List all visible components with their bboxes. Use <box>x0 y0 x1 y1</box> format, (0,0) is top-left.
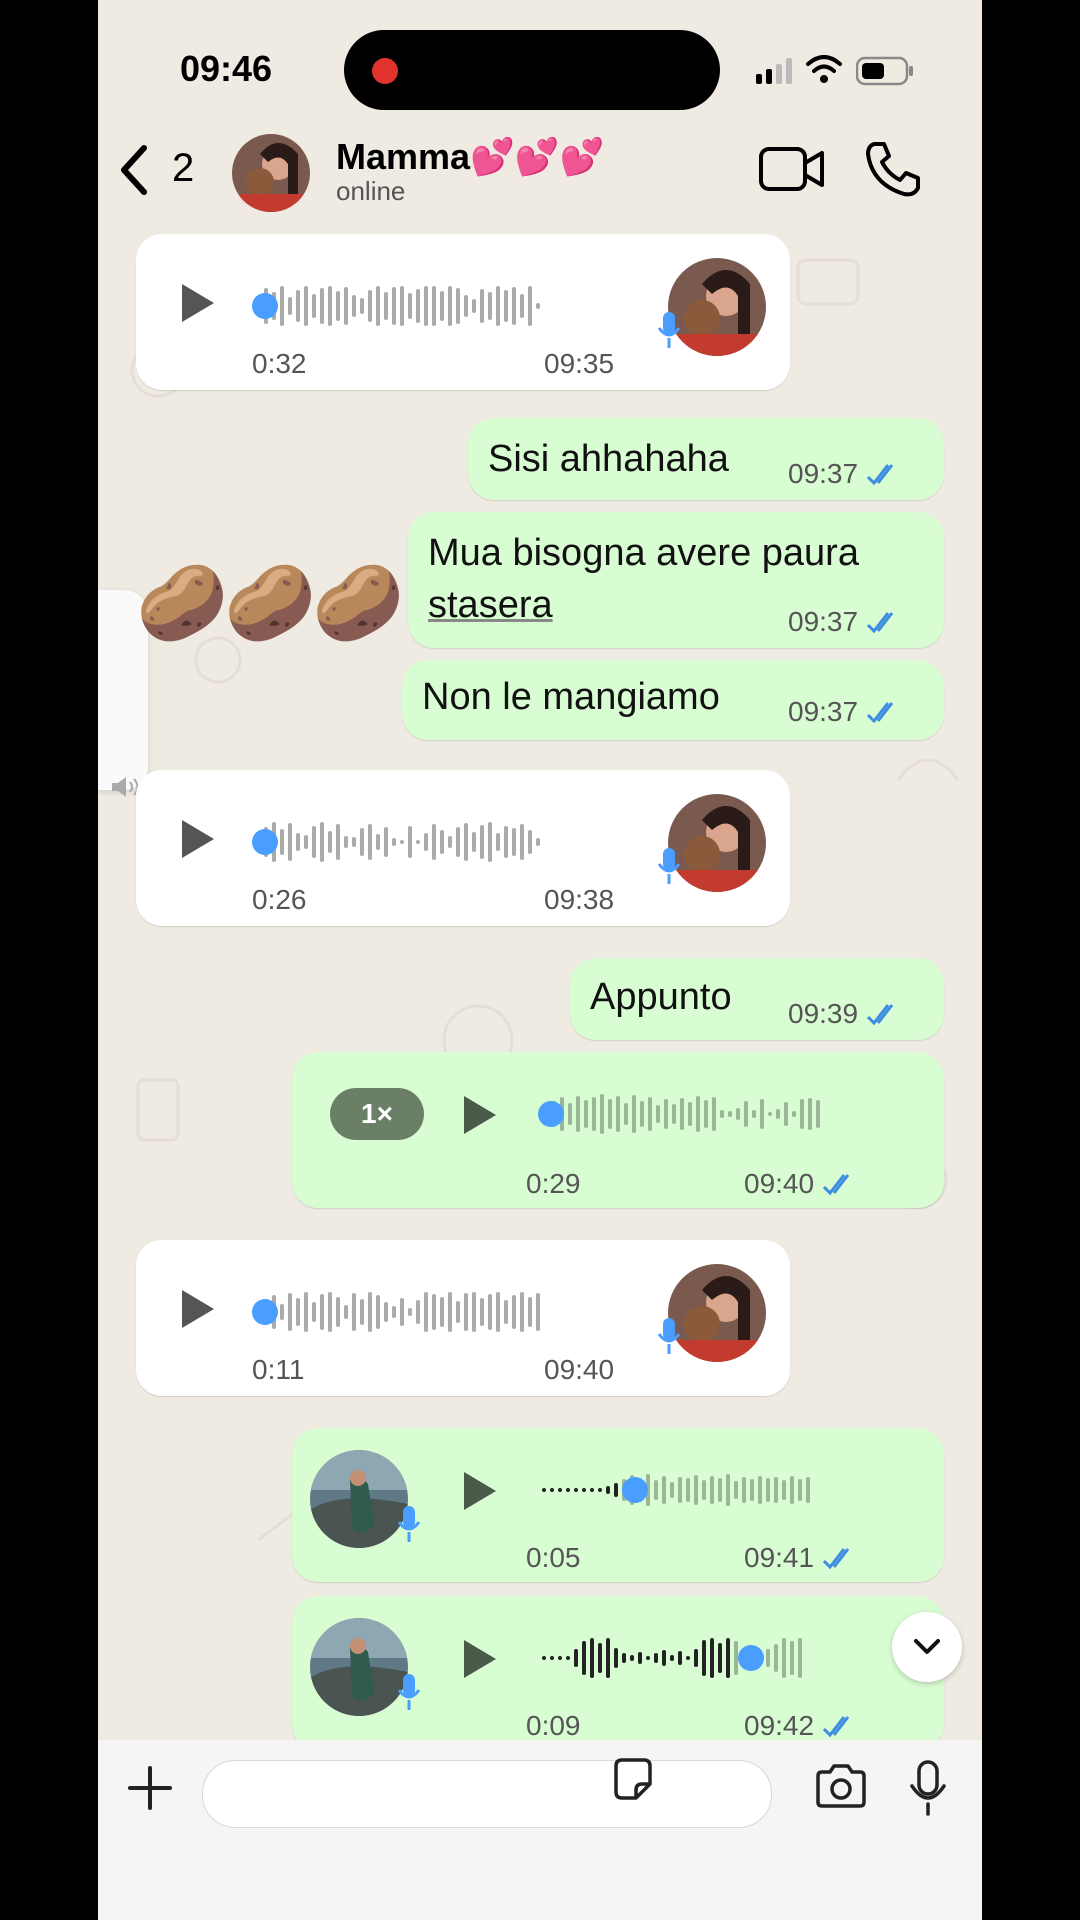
status-time: 09:46 <box>180 48 273 89</box>
time-text: 09:37 <box>788 606 859 637</box>
message-text-line1: Mua bisogna avere paura <box>428 532 859 574</box>
message-input[interactable] <box>202 1760 772 1828</box>
microphone-icon[interactable] <box>908 1760 948 1816</box>
sender-avatar <box>668 1264 766 1362</box>
play-icon[interactable] <box>180 282 216 324</box>
play-icon[interactable] <box>462 1638 498 1680</box>
voice-duration: 0:09 <box>526 1710 581 1741</box>
waveform[interactable] <box>542 1628 806 1688</box>
own-avatar <box>310 1450 408 1548</box>
message-time: 09:35 <box>544 348 615 379</box>
mic-badge-icon <box>397 1506 421 1542</box>
mic-badge-icon <box>657 1318 681 1354</box>
battery-icon <box>856 56 913 86</box>
read-ticks-icon <box>867 612 894 634</box>
scroll-to-bottom-button[interactable] <box>892 1612 962 1682</box>
phone-screen: 09:46 2 Mamma💕💕💕 online 0:32 09:35 Sisi … <box>98 0 982 1920</box>
playback-position-dot[interactable] <box>538 1101 564 1127</box>
camera-icon[interactable] <box>814 1764 868 1810</box>
play-icon[interactable] <box>180 818 216 860</box>
sender-avatar <box>668 258 766 356</box>
voice-message-incoming[interactable]: 0:26 09:38 <box>136 770 790 926</box>
time-text: 09:39 <box>788 998 859 1029</box>
back-chevron-icon[interactable] <box>114 140 154 200</box>
phone-call-icon[interactable] <box>864 140 922 198</box>
time-text: 09:37 <box>788 696 859 727</box>
sender-avatar <box>668 794 766 892</box>
playback-speed-button[interactable]: 1× <box>330 1088 424 1140</box>
voice-duration: 0:29 <box>526 1168 581 1199</box>
voice-duration: 0:26 <box>252 884 307 915</box>
dynamic-island <box>344 30 720 110</box>
time-text: 09:37 <box>788 458 859 489</box>
read-ticks-icon <box>867 464 894 486</box>
time-text: 09:41 <box>744 1542 815 1573</box>
playback-position-dot[interactable] <box>252 293 278 319</box>
time-text: 09:40 <box>744 1168 815 1199</box>
waveform[interactable] <box>264 276 544 336</box>
message-time: 09:41 <box>744 1542 860 1574</box>
read-ticks-icon <box>867 702 894 724</box>
voice-message-incoming[interactable]: 0:11 09:40 <box>136 1240 790 1396</box>
playback-position-dot[interactable] <box>252 829 278 855</box>
time-text: 09:42 <box>744 1710 815 1741</box>
voice-duration: 0:32 <box>252 348 307 379</box>
mic-badge-icon <box>397 1674 421 1710</box>
contact-status: online <box>336 176 406 206</box>
message-text: Non le mangiamo <box>422 676 720 718</box>
own-avatar <box>310 1618 408 1716</box>
message-time: 09:42 <box>744 1710 860 1742</box>
message-text: Appunto <box>590 976 732 1018</box>
chevron-down-icon <box>914 1639 940 1654</box>
message-time: 09:40 <box>744 1168 860 1200</box>
mic-badge-icon <box>657 312 681 348</box>
message-text-line2: stasera <box>428 584 553 626</box>
message-composer <box>98 1740 982 1920</box>
video-call-icon[interactable] <box>758 146 826 192</box>
voice-message-outgoing[interactable]: 0:09 09:42 <box>292 1596 944 1750</box>
sticker-icon[interactable] <box>610 1756 656 1802</box>
contact-name[interactable]: Mamma💕💕💕 <box>336 136 605 178</box>
play-icon[interactable] <box>462 1094 498 1136</box>
unread-count[interactable]: 2 <box>172 146 194 191</box>
playback-position-dot[interactable] <box>738 1645 764 1671</box>
text-message-outgoing[interactable]: Sisi ahhahaha 09:37 <box>468 418 944 500</box>
message-time: 09:37 <box>788 606 904 638</box>
playback-position-dot[interactable] <box>252 1299 278 1325</box>
voice-message-outgoing[interactable]: 0:05 09:41 <box>292 1428 944 1582</box>
recording-indicator <box>372 58 398 84</box>
text-message-outgoing[interactable]: Non le mangiamo 09:37 <box>402 660 944 740</box>
message-time: 09:37 <box>788 696 904 728</box>
waveform[interactable] <box>552 1084 824 1144</box>
read-ticks-icon <box>823 1548 850 1570</box>
message-time: 09:40 <box>544 1354 615 1385</box>
play-icon[interactable] <box>180 1288 216 1330</box>
message-time: 09:38 <box>544 884 615 915</box>
waveform[interactable] <box>264 812 544 872</box>
voice-duration: 0:11 <box>252 1354 305 1385</box>
read-ticks-icon <box>867 1004 894 1026</box>
mic-badge-icon <box>657 848 681 884</box>
read-ticks-icon <box>823 1716 850 1738</box>
message-text: Sisi ahhahaha <box>488 438 729 480</box>
signal-icon <box>756 58 792 84</box>
play-icon[interactable] <box>462 1470 498 1512</box>
voice-message-incoming[interactable]: 0:32 09:35 <box>136 234 790 390</box>
voice-message-outgoing[interactable]: 1× 0:29 09:40 <box>292 1052 944 1208</box>
voice-duration: 0:05 <box>526 1542 581 1573</box>
text-message-outgoing[interactable]: Mua bisogna avere paura stasera 09:37 <box>408 512 944 648</box>
waveform[interactable] <box>542 1460 814 1520</box>
wifi-icon <box>806 55 842 83</box>
waveform[interactable] <box>264 1282 544 1342</box>
contact-avatar[interactable] <box>232 134 310 212</box>
plus-icon[interactable] <box>126 1764 174 1812</box>
text-message-outgoing[interactable]: Appunto 09:39 <box>570 958 944 1040</box>
read-ticks-icon <box>823 1174 850 1196</box>
playback-position-dot[interactable] <box>622 1477 648 1503</box>
message-time: 09:37 <box>788 458 904 490</box>
message-time: 09:39 <box>788 998 904 1030</box>
potato-emoji: 🥔🥔🥔 <box>136 561 404 644</box>
